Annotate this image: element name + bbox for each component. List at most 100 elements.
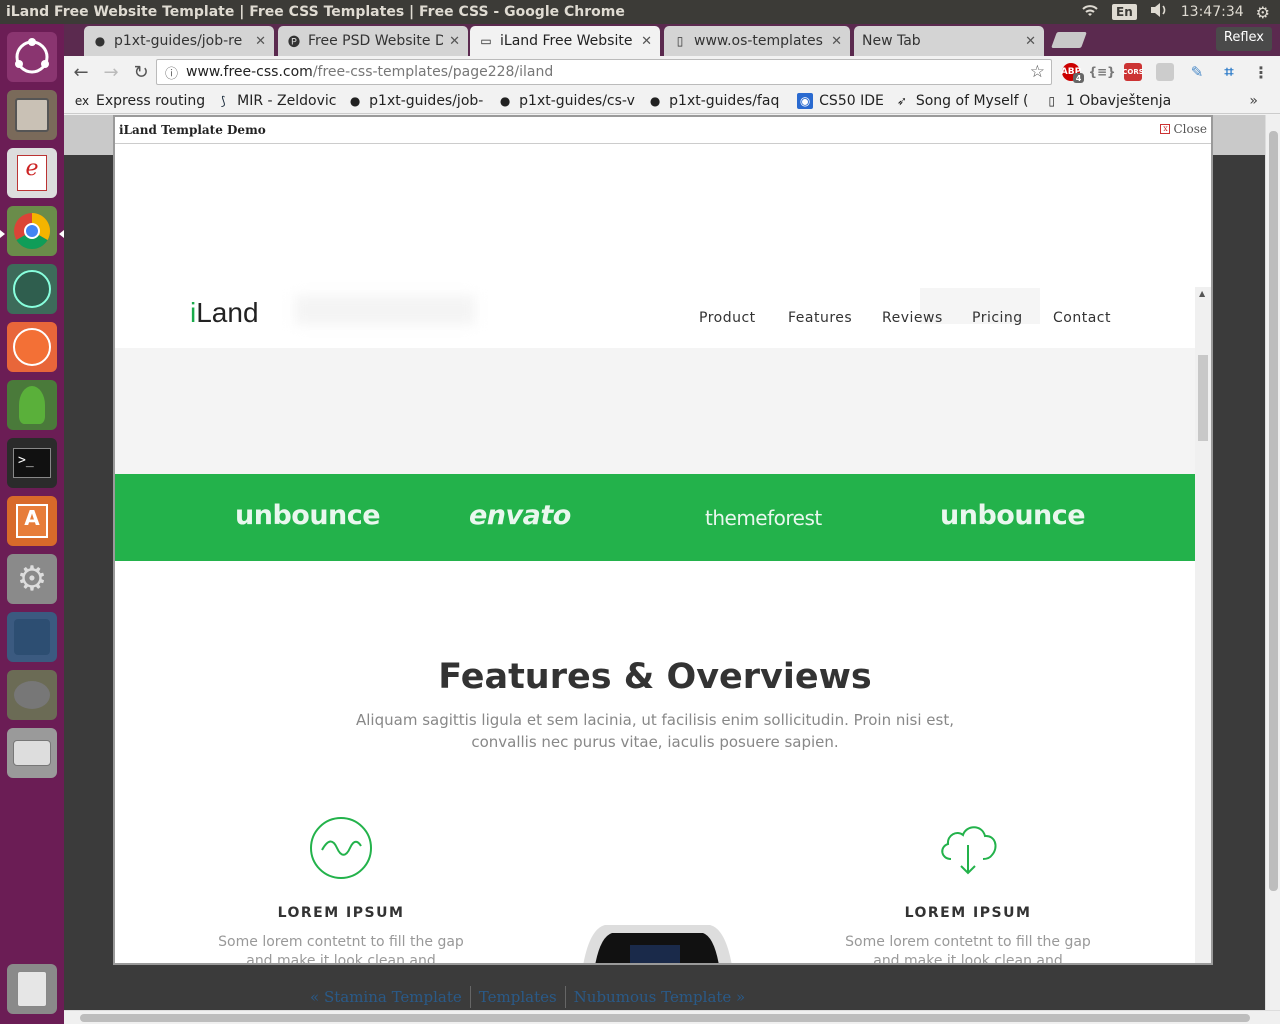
partner-logo-envato: envato bbox=[469, 500, 571, 531]
system-tray: En 13:47:34 ⚙ bbox=[1080, 0, 1280, 24]
forward-arrow-icon[interactable]: → bbox=[98, 59, 124, 85]
cors-icon[interactable]: CORS bbox=[1122, 63, 1144, 81]
nav-pricing[interactable]: Pricing bbox=[972, 310, 1023, 326]
pdf-icon: ℯ bbox=[17, 155, 47, 191]
extension-grid-icon[interactable] bbox=[1156, 63, 1174, 81]
mysql-workbench-button[interactable] bbox=[7, 612, 57, 662]
github-icon: ● bbox=[499, 93, 511, 108]
mir-icon: ⟆ bbox=[220, 93, 226, 108]
tab-free-psd[interactable]: 🅟 Free PSD Website D ✕ bbox=[278, 26, 468, 56]
close-icon[interactable]: ✕ bbox=[1025, 34, 1036, 49]
info-icon[interactable]: ⓘ bbox=[165, 63, 178, 82]
nav-features[interactable]: Features bbox=[788, 310, 852, 326]
keyboard-layout-indicator[interactable]: En bbox=[1112, 4, 1137, 20]
reload-icon[interactable]: ↻ bbox=[128, 59, 154, 85]
ubuntu-dash-button[interactable] bbox=[7, 32, 57, 82]
wave-circle-icon bbox=[310, 817, 372, 879]
close-icon[interactable]: ✕ bbox=[641, 34, 652, 49]
chrome-window: ● p1xt-guides/job-re ✕ 🅟 Free PSD Websit… bbox=[64, 24, 1280, 1024]
github-icon: ● bbox=[649, 93, 661, 108]
settings-wrench-icon: ⚙ bbox=[16, 559, 48, 599]
bookmark-item[interactable]: ex Express routing bbox=[74, 93, 205, 109]
bookmark-label: p1xt-guides/faq bbox=[669, 92, 780, 109]
system-settings-button[interactable]: ⚙ bbox=[7, 554, 57, 604]
page-scrollbar-thumb[interactable] bbox=[1269, 131, 1278, 891]
tab-label: Free PSD Website D bbox=[308, 33, 444, 49]
page-hscrollbar-thumb[interactable] bbox=[80, 1014, 1250, 1022]
rocket-app-button[interactable] bbox=[7, 380, 57, 430]
bookmark-item[interactable]: ● p1xt-guides/job- bbox=[347, 93, 487, 109]
nav-product[interactable]: Product bbox=[699, 310, 756, 326]
bookmark-item[interactable]: ▯ 1 Obavještenja bbox=[1044, 93, 1172, 109]
gimp-button[interactable] bbox=[7, 670, 57, 720]
software-center-button[interactable]: A bbox=[7, 496, 57, 546]
wifi-icon[interactable] bbox=[1080, 2, 1100, 22]
clock[interactable]: 13:47:34 bbox=[1181, 4, 1244, 20]
nav-reviews[interactable]: Reviews bbox=[882, 310, 943, 326]
chrome-icon bbox=[14, 213, 51, 250]
atom-button[interactable] bbox=[7, 264, 57, 314]
modal-title-bar: iLand Template Demo x Close bbox=[115, 117, 1211, 144]
bookmark-label: p1xt-guides/cs-v bbox=[519, 92, 635, 109]
prev-template-link[interactable]: « Stamina Template bbox=[310, 988, 462, 1006]
close-icon[interactable]: ✕ bbox=[831, 34, 842, 49]
bookmark-item[interactable]: ◉ CS50 IDE bbox=[797, 92, 884, 109]
close-icon[interactable]: ✕ bbox=[449, 34, 460, 49]
trash-icon bbox=[17, 971, 47, 1007]
back-arrow-icon[interactable]: ← bbox=[68, 59, 94, 85]
cs50-icon: ◉ bbox=[797, 92, 814, 109]
bookmark-item[interactable]: ● p1xt-guides/cs-v bbox=[497, 93, 637, 109]
menu-dots-icon[interactable]: ⋮ bbox=[1252, 63, 1270, 82]
bookmark-label: Express routing bbox=[96, 92, 206, 109]
page-horizontal-scrollbar[interactable] bbox=[64, 1010, 1280, 1024]
next-template-link[interactable]: Nubumous Template » bbox=[574, 988, 746, 1006]
address-bar[interactable]: ⓘ www.free-css.com /free-css-templates/p… bbox=[156, 59, 1052, 85]
scroll-up-arrow-icon[interactable]: ▲ bbox=[1199, 289, 1205, 298]
page-vertical-scrollbar[interactable] bbox=[1265, 115, 1280, 1010]
doc-icon: ▯ bbox=[1048, 93, 1056, 108]
bookmark-star-icon[interactable]: ☆ bbox=[1030, 62, 1045, 82]
profile-button[interactable]: Reflex bbox=[1215, 27, 1272, 51]
divider bbox=[564, 986, 566, 1008]
new-tab-button[interactable] bbox=[1051, 32, 1087, 48]
templates-link[interactable]: Templates bbox=[479, 988, 557, 1006]
bookmark-item[interactable]: ➶ Song of Myself ( bbox=[894, 93, 1034, 109]
postman-button[interactable] bbox=[7, 322, 57, 372]
modal-close-button[interactable]: x Close bbox=[1160, 122, 1207, 136]
page-icon: ▭ bbox=[480, 34, 492, 48]
trash-button[interactable] bbox=[7, 964, 57, 1014]
url-host: www.free-css.com bbox=[186, 64, 313, 80]
terminal-icon: >_ bbox=[13, 448, 51, 478]
files-button[interactable] bbox=[7, 90, 57, 140]
chrome-button[interactable] bbox=[7, 206, 57, 256]
tab-github-job[interactable]: ● p1xt-guides/job-re ✕ bbox=[84, 26, 274, 56]
tab-os-templates[interactable]: ▯ www.os-templates ✕ bbox=[664, 26, 850, 56]
gear-icon[interactable]: ⚙ bbox=[1256, 3, 1270, 22]
tab-label: p1xt-guides/job-re bbox=[114, 33, 243, 49]
tab-new-tab[interactable]: New Tab ✕ bbox=[854, 26, 1044, 56]
tab-iland[interactable]: ▭ iLand Free Website ✕ bbox=[470, 26, 660, 56]
volume-icon[interactable] bbox=[1149, 2, 1169, 22]
close-icon[interactable]: ✕ bbox=[255, 34, 266, 49]
bookmark-item[interactable]: ⟆ MIR - Zeldovich Y bbox=[215, 93, 337, 109]
browser-toolbar: ← → ↻ ⓘ www.free-css.com /free-css-templ… bbox=[64, 56, 1280, 88]
shopping-bag-icon: A bbox=[16, 504, 48, 538]
demo-modal: iLand Template Demo x Close iLand Produc… bbox=[113, 115, 1213, 965]
feature-body: Some lorem contetnt to fill the gap and … bbox=[845, 934, 1091, 963]
bookmark-item[interactable]: ● p1xt-guides/faq bbox=[647, 93, 787, 109]
system-top-bar: iLand Free Website Template | Free CSS T… bbox=[0, 0, 1280, 24]
nav-contact[interactable]: Contact bbox=[1053, 310, 1111, 326]
frame-scrollbar[interactable]: ▲ bbox=[1195, 287, 1211, 963]
json-viewer-icon[interactable]: {≡} bbox=[1088, 63, 1115, 81]
partner-logo-unbounce: unbounce bbox=[235, 500, 381, 531]
crop-icon[interactable]: ⌗ bbox=[1220, 62, 1238, 81]
color-picker-icon[interactable]: ✎ bbox=[1188, 63, 1206, 81]
site-logo[interactable]: iLand bbox=[190, 297, 259, 329]
more-bookmarks-icon[interactable]: » bbox=[1249, 93, 1258, 109]
frame-scrollbar-thumb[interactable] bbox=[1198, 355, 1208, 441]
document-viewer-button[interactable]: ℯ bbox=[7, 148, 57, 198]
terminal-button[interactable]: >_ bbox=[7, 438, 57, 488]
disks-button[interactable] bbox=[7, 728, 57, 778]
bookmark-label: CS50 IDE bbox=[819, 92, 884, 109]
template-pagination: « Stamina Template Templates Nubumous Te… bbox=[310, 986, 745, 1008]
